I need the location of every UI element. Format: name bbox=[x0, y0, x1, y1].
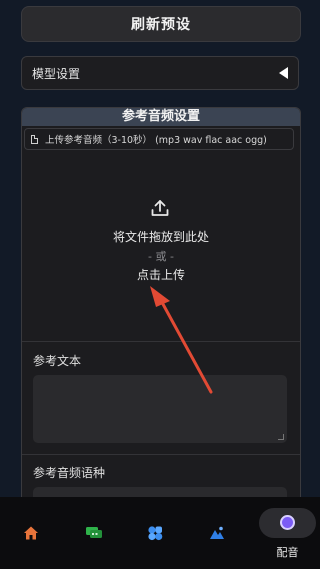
nav-apps[interactable] bbox=[124, 497, 186, 569]
collapse-triangle-icon[interactable] bbox=[279, 67, 288, 79]
nav-voice-label[interactable]: 配音 bbox=[259, 544, 316, 560]
divider bbox=[22, 341, 300, 342]
nav-chat[interactable] bbox=[62, 497, 124, 569]
apps-icon bbox=[148, 526, 163, 541]
upload-file-label-text: 上传参考音频（3-10秒） (mp3 wav flac aac ogg) bbox=[45, 135, 267, 146]
file-icon bbox=[31, 134, 38, 144]
nav-home[interactable] bbox=[0, 497, 62, 569]
nav-gallery[interactable] bbox=[186, 497, 248, 569]
upload-file-label: 上传参考音频（3-10秒） (mp3 wav flac aac ogg) bbox=[24, 128, 294, 150]
divider bbox=[22, 454, 300, 455]
app-frame: 刷新预设 模型设置 参考音频设置 上传参考音频（3-10秒） (mp3 wav … bbox=[0, 0, 320, 509]
home-icon bbox=[24, 526, 38, 540]
ref-lang-label: 参考音频语种 bbox=[33, 466, 106, 480]
refresh-presets-button[interactable]: 刷新预设 bbox=[21, 6, 301, 42]
ref-text-input[interactable] bbox=[33, 375, 287, 443]
bottom-nav: 配音 bbox=[0, 497, 320, 569]
model-settings-accordion[interactable]: 模型设置 bbox=[21, 56, 299, 90]
upload-icon bbox=[151, 200, 169, 216]
chat-icon bbox=[86, 527, 102, 538]
file-drop-zone[interactable]: 将文件拖放到此处 - 或 - 点击上传 bbox=[22, 154, 300, 340]
resize-grip-icon[interactable] bbox=[278, 434, 284, 440]
voice-icon bbox=[280, 515, 295, 530]
nav-voice-active[interactable] bbox=[259, 508, 316, 538]
drop-text: 将文件拖放到此处 bbox=[112, 230, 209, 244]
click-upload-link[interactable]: 点击上传 bbox=[22, 266, 300, 283]
ref-text-label: 参考文本 bbox=[33, 354, 82, 368]
ref-audio-panel: 参考音频设置 上传参考音频（3-10秒） (mp3 wav flac aac o… bbox=[21, 107, 301, 509]
model-settings-label: 模型设置 bbox=[32, 66, 81, 81]
image-icon bbox=[210, 526, 224, 539]
ref-audio-title: 参考音频设置 bbox=[22, 108, 300, 126]
or-text: - 或 - bbox=[148, 250, 174, 263]
